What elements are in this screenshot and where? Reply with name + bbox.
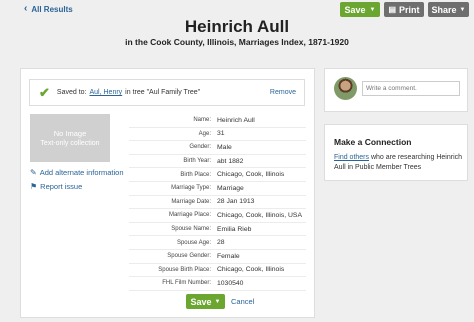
avatar bbox=[334, 77, 357, 100]
add-alternate-info-link[interactable]: ✎ Add alternate information bbox=[30, 168, 124, 177]
detail-label: Birth Year: bbox=[183, 158, 211, 165]
saved-label: Saved to: bbox=[56, 89, 87, 96]
all-results-label: All Results bbox=[31, 4, 73, 14]
report-issue-label: Report issue bbox=[40, 182, 83, 191]
printer-icon: ▤ bbox=[388, 5, 397, 14]
detail-label: Spouse Age: bbox=[176, 239, 211, 246]
pencil-icon: ✎ bbox=[30, 168, 37, 177]
detail-label: Spouse Birth Place: bbox=[158, 266, 211, 273]
record-thumbnail: No Image Text-only collection bbox=[30, 114, 110, 162]
detail-value: Female bbox=[217, 252, 240, 260]
detail-row: FHL Film Number: 1030540 bbox=[129, 277, 306, 291]
detail-row: Birth Year: abt 1882 bbox=[129, 155, 306, 169]
detail-label: Birth Place: bbox=[180, 171, 211, 178]
thumbnail-title: No Image bbox=[53, 129, 87, 138]
detail-row: Spouse Gender: Female bbox=[129, 250, 306, 264]
detail-row: Spouse Name: Emilia Rieb bbox=[129, 223, 306, 237]
detail-row: Spouse Age: 28 bbox=[129, 236, 306, 250]
detail-value: Chicago, Cook, Illinois bbox=[217, 266, 285, 274]
flag-icon: ⚑ bbox=[30, 182, 38, 191]
detail-label: FHL Film Number: bbox=[162, 280, 211, 287]
save-button[interactable]: Save ▼ bbox=[340, 2, 380, 17]
record-actions: Save ▼ Cancel bbox=[186, 294, 254, 309]
detail-value: abt 1882 bbox=[217, 157, 244, 165]
detail-value: 28 bbox=[217, 239, 225, 247]
record-details: Name: Heinrich Aull Age: 31 Gender: Male Bi… bbox=[129, 114, 306, 291]
detail-row: Age: 31 bbox=[129, 128, 306, 142]
chevron-down-icon: ▼ bbox=[369, 6, 376, 13]
connection-card: Make a Connection Find others who are re… bbox=[324, 124, 468, 181]
detail-label: Spouse Gender: bbox=[167, 253, 211, 260]
saved-notice: ✔ Saved to: Aul, Henry in tree "Aul Fami… bbox=[29, 79, 305, 106]
comment-card bbox=[324, 68, 468, 112]
chevron-left-icon: ‹ bbox=[24, 3, 28, 14]
cancel-link[interactable]: Cancel bbox=[231, 297, 254, 306]
detail-label: Marriage Date: bbox=[171, 198, 211, 205]
detail-value: Emilia Rieb bbox=[217, 225, 252, 233]
all-results-link[interactable]: ‹ All Results bbox=[24, 4, 73, 14]
find-others-link[interactable]: Find others bbox=[334, 154, 369, 161]
page-title: Heinrich Aull bbox=[184, 17, 290, 36]
detail-row: Marriage Date: 28 Jan 1913 bbox=[129, 196, 306, 210]
detail-row: Gender: Male bbox=[129, 141, 306, 155]
saved-tree-text: in tree "Aul Family Tree" bbox=[125, 89, 201, 96]
detail-value: Chicago, Cook, Illinois bbox=[217, 171, 285, 179]
detail-value: Male bbox=[217, 143, 232, 151]
detail-row: Marriage Place: Chicago, Cook, Illinois, … bbox=[129, 209, 306, 223]
print-button[interactable]: ▤ Print bbox=[384, 2, 424, 17]
saved-person-link[interactable]: Aul, Henry bbox=[89, 89, 122, 96]
detail-value: Chicago, Cook, Illinois, USA bbox=[217, 211, 302, 219]
detail-label: Name: bbox=[193, 117, 211, 124]
detail-value: Marriage bbox=[217, 184, 244, 192]
detail-label: Marriage Type: bbox=[171, 185, 211, 192]
detail-row: Spouse Birth Place: Chicago, Cook, Illino… bbox=[129, 264, 306, 278]
detail-label: Spouse Name: bbox=[171, 226, 211, 233]
share-button[interactable]: Share ▼ bbox=[428, 2, 469, 17]
save-label: Save bbox=[344, 4, 366, 15]
chevron-down-icon: ▼ bbox=[214, 298, 221, 305]
detail-row: Marriage Type: Marriage bbox=[129, 182, 306, 196]
detail-label: Age: bbox=[198, 130, 211, 137]
detail-value: 31 bbox=[217, 130, 225, 138]
detail-label: Gender: bbox=[189, 144, 211, 151]
detail-value: 1030540 bbox=[217, 279, 244, 287]
detail-row: Name: Heinrich Aull bbox=[129, 114, 306, 128]
save-label: Save bbox=[190, 296, 212, 307]
thumbnail-subtitle: Text-only collection bbox=[40, 140, 100, 147]
detail-value: Heinrich Aull bbox=[217, 116, 255, 124]
checkmark-icon: ✔ bbox=[39, 84, 50, 100]
detail-row: Birth Place: Chicago, Cook, Illinois bbox=[129, 168, 306, 182]
toolbar: Save ▼ ▤ Print Share ▼ bbox=[340, 2, 469, 17]
record-card: ✔ Saved to: Aul, Henry in tree "Aul Fami… bbox=[20, 68, 315, 318]
add-alternate-info-label: Add alternate information bbox=[39, 168, 124, 177]
detail-value: 28 Jan 1913 bbox=[217, 198, 255, 206]
share-label: Share bbox=[431, 4, 457, 15]
print-label: Print bbox=[399, 4, 420, 15]
comment-input[interactable] bbox=[362, 81, 460, 96]
report-issue-link[interactable]: ⚑ Report issue bbox=[30, 182, 82, 191]
connection-title: Make a Connection bbox=[334, 137, 412, 147]
remove-link[interactable]: Remove bbox=[270, 89, 296, 96]
page-subtitle: in the Cook County, Illinois, Marriages … bbox=[125, 37, 349, 47]
save-button-bottom[interactable]: Save ▼ bbox=[186, 294, 225, 309]
chevron-down-icon: ▼ bbox=[459, 6, 466, 13]
detail-label: Marriage Place: bbox=[168, 212, 211, 219]
connection-text: Find others who are researching Heinrich… bbox=[334, 153, 464, 173]
